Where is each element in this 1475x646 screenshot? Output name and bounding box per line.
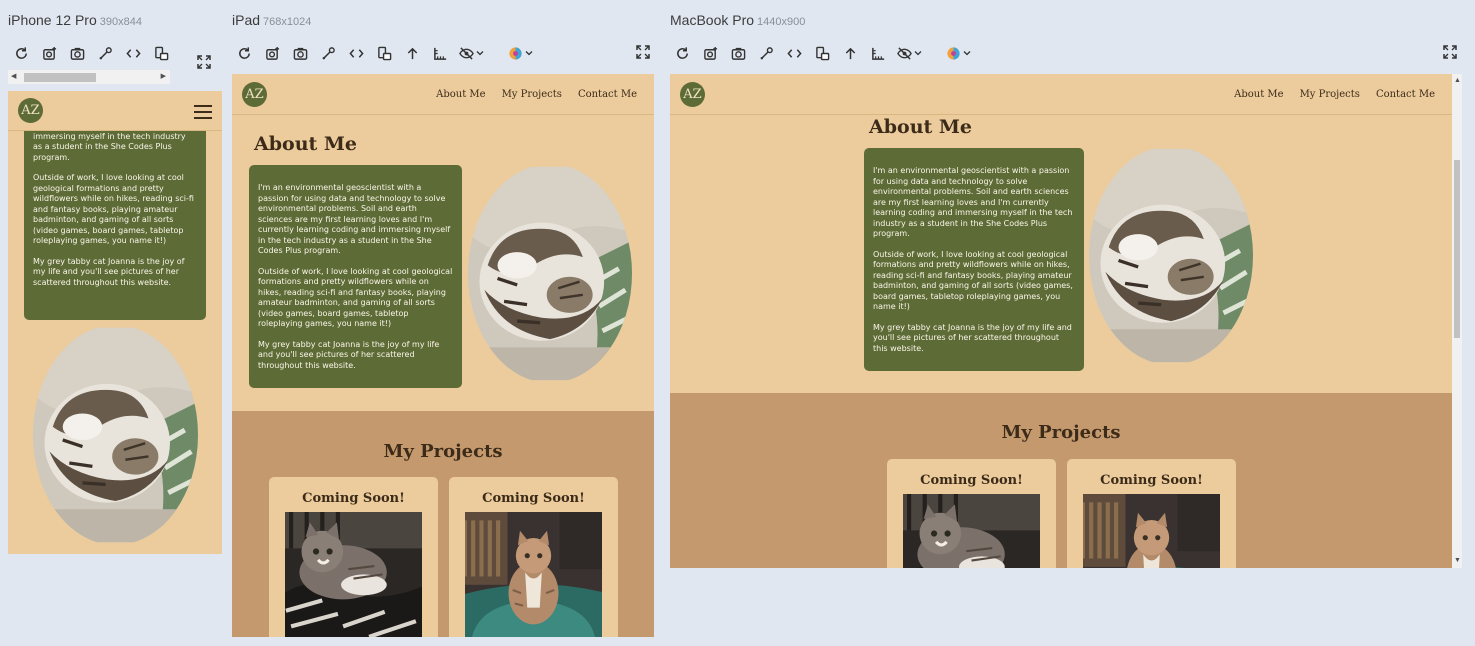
refresh-icon[interactable] [235, 44, 253, 62]
chevron-down-icon [525, 51, 533, 56]
eyedropper-icon[interactable] [319, 44, 337, 62]
bio-paragraph: Outside of work, I love looking at cool … [873, 249, 1073, 312]
cat-photo [33, 325, 198, 545]
logo[interactable]: AZ [680, 81, 705, 107]
nav-about-link[interactable]: About Me [1234, 89, 1283, 100]
arrow-up-icon[interactable] [403, 44, 421, 62]
about-bio-card: I'm an environmental geoscientist with a… [249, 165, 462, 388]
nav-about-link[interactable]: About Me [436, 89, 485, 100]
ipad-viewport: AZ About Me My Projects Contact Me About… [232, 74, 654, 637]
ruler-icon[interactable] [869, 44, 887, 62]
bio-paragraph: My grey tabby cat Joanna is the joy of m… [33, 256, 185, 287]
cat-photo [903, 494, 1040, 568]
code-icon[interactable] [347, 44, 365, 62]
site-header: AZ About Me My Projects Contact Me [670, 74, 1452, 115]
about-bio-card: and I'm currently learning coding and im… [24, 111, 206, 320]
scrollbar-thumb[interactable] [24, 73, 96, 82]
bio-paragraph: I'm an environmental geoscientist with a… [258, 183, 451, 255]
vertical-scrollbar[interactable]: ▲ ▼ [1452, 74, 1462, 568]
site-header: AZ About Me My Projects Contact Me [232, 74, 654, 115]
about-bio-card: I'm an environmental geoscientist with a… [864, 148, 1084, 371]
expand-icon[interactable] [1443, 45, 1459, 61]
cat-photo [468, 164, 632, 383]
site-header: AZ [8, 91, 222, 131]
cat-photo [1083, 494, 1220, 568]
horizontal-scrollbar[interactable]: ◀ ▶ [8, 70, 170, 84]
logo[interactable]: AZ [242, 81, 267, 107]
bio-paragraph: Outside of work, I love looking at cool … [258, 266, 453, 329]
device-title: iPhone 12 Pro 390x844 [8, 12, 142, 28]
scroll-left-icon[interactable]: ◀ [11, 73, 16, 81]
project-card[interactable]: Coming Soon! [887, 459, 1056, 568]
screenshot-icon[interactable] [40, 44, 58, 62]
nav-projects-link[interactable]: My Projects [1300, 89, 1360, 100]
scrollbar-thumb[interactable] [1454, 160, 1460, 338]
eye-off-icon[interactable] [897, 44, 922, 62]
color-vision-icon[interactable] [508, 44, 533, 62]
about-heading: About Me [869, 116, 973, 138]
device-title: iPad 768x1024 [232, 12, 312, 28]
iphone-viewport: and I'm currently learning coding and im… [8, 91, 222, 554]
bio-paragraph: Outside of work, I love looking at cool … [33, 173, 194, 245]
screenshot-icon[interactable] [701, 44, 719, 62]
arrow-up-icon[interactable] [841, 44, 859, 62]
hamburger-menu-icon[interactable] [194, 105, 212, 119]
cat-photo [285, 512, 422, 637]
nav-contact-link[interactable]: Contact Me [1376, 89, 1435, 100]
project-card-title: Coming Soon! [920, 473, 1023, 488]
rotate-icon[interactable] [375, 44, 393, 62]
chevron-down-icon [914, 51, 922, 56]
code-icon[interactable] [124, 44, 142, 62]
code-icon[interactable] [785, 44, 803, 62]
chevron-down-icon [476, 51, 484, 56]
nav-projects-link[interactable]: My Projects [502, 89, 562, 100]
camera-icon[interactable] [68, 44, 86, 62]
projects-section: My Projects Coming Soon! Coming Soon! [670, 393, 1452, 568]
scroll-up-icon[interactable]: ▲ [1454, 77, 1461, 85]
macbook-viewport: AZ About Me My Projects Contact Me About… [670, 74, 1452, 568]
project-card[interactable]: Coming Soon! [1067, 459, 1236, 568]
rotate-icon[interactable] [152, 44, 170, 62]
expand-icon[interactable] [197, 55, 213, 71]
projects-heading: My Projects [1001, 422, 1121, 443]
project-card-title: Coming Soon! [482, 491, 585, 506]
eye-off-icon[interactable] [459, 44, 484, 62]
project-card-title: Coming Soon! [1100, 473, 1203, 488]
expand-icon[interactable] [636, 45, 652, 61]
project-card[interactable]: Coming Soon! [449, 477, 618, 637]
project-card[interactable]: Coming Soon! [269, 477, 438, 637]
camera-icon[interactable] [729, 44, 747, 62]
logo[interactable]: AZ [18, 98, 43, 123]
rotate-icon[interactable] [813, 44, 831, 62]
eyedropper-icon[interactable] [96, 44, 114, 62]
camera-icon[interactable] [291, 44, 309, 62]
projects-section: My Projects Coming Soon! Coming Soon! [232, 411, 654, 637]
bio-paragraph: My grey tabby cat Joanna is the joy of m… [258, 339, 440, 370]
project-card-title: Coming Soon! [302, 491, 405, 506]
projects-heading: My Projects [383, 441, 503, 462]
ruler-icon[interactable] [431, 44, 449, 62]
scroll-down-icon[interactable]: ▼ [1454, 557, 1461, 565]
chevron-down-icon [963, 51, 971, 56]
device-title: MacBook Pro 1440x900 [670, 12, 806, 28]
refresh-icon[interactable] [12, 44, 30, 62]
eyedropper-icon[interactable] [757, 44, 775, 62]
refresh-icon[interactable] [673, 44, 691, 62]
screenshot-icon[interactable] [263, 44, 281, 62]
scroll-right-icon[interactable]: ▶ [161, 73, 166, 81]
bio-paragraph: My grey tabby cat Joanna is the joy of m… [873, 322, 1072, 353]
cat-photo [1089, 146, 1253, 365]
about-heading: About Me [254, 133, 358, 155]
bio-paragraph: I'm an environmental geoscientist with a… [873, 166, 1073, 238]
nav-contact-link[interactable]: Contact Me [578, 89, 637, 100]
cat-photo [465, 512, 602, 637]
color-vision-icon[interactable] [946, 44, 971, 62]
